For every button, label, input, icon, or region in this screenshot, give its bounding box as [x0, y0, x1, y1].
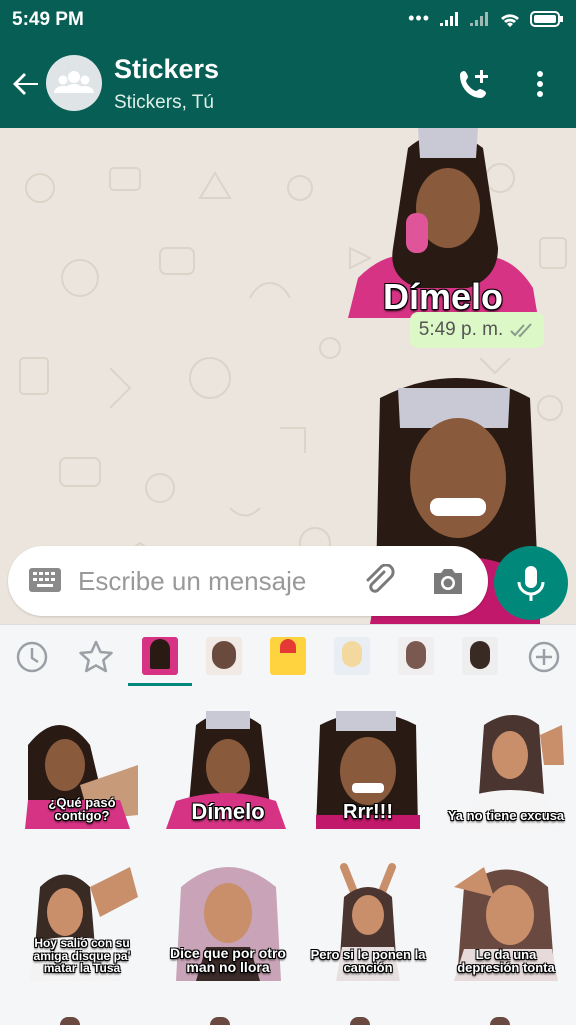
more-dots-icon: ••• [408, 8, 430, 28]
message-input[interactable]: Escribe un mensaje [78, 566, 306, 597]
keyboard-icon[interactable] [28, 567, 62, 593]
mic-button[interactable] [494, 546, 568, 620]
sticker-caption: Hoy salió con su amiga disque pa' matar … [33, 936, 131, 976]
add-call-icon[interactable] [456, 66, 492, 102]
attach-icon[interactable] [362, 564, 396, 598]
sticker-caption: ¿Qué pasó contigo? [48, 794, 116, 824]
double-check-icon [510, 323, 532, 338]
status-bar: 5:49 PM ••• [0, 0, 576, 38]
sticker-pack-3[interactable] [270, 637, 306, 675]
status-time: 5:49 PM [12, 9, 84, 30]
sticker-item[interactable]: Le da una depresión tonta [444, 857, 568, 981]
sticker-caption: Dice que por otro man no llora [170, 944, 286, 976]
signal-secondary-icon [470, 11, 488, 26]
sticker-item[interactable]: Dice que por otro man no llora [166, 857, 290, 981]
sticker-caption: Dímelo [382, 276, 504, 318]
wifi-icon [501, 13, 519, 27]
signal-icon [440, 11, 458, 26]
status-icons: ••• [408, 8, 564, 29]
sticker-pack-1[interactable] [142, 637, 178, 675]
chat-title[interactable]: Stickers [114, 54, 219, 85]
sticker-tabs [0, 625, 576, 687]
message-time: 5:49 p. m. [418, 319, 504, 340]
sticker-caption: Ya no tiene excusa [447, 808, 565, 824]
sticker-item[interactable]: ¿Qué pasó contigo? [20, 705, 144, 829]
sticker-item[interactable]: Dímelo [166, 705, 290, 829]
sticker-pack-6[interactable] [462, 637, 498, 675]
chat-header: Stickers Stickers, Tú [0, 38, 576, 128]
sticker-caption: Le da una depresión tonta [457, 946, 555, 976]
favorites-icon[interactable] [76, 637, 116, 677]
group-avatar[interactable] [46, 55, 102, 111]
message-time-bubble: 5:49 p. m. [410, 312, 544, 348]
sticker-tray: ¿Qué pasó contigo? Dímelo Rrr!!! Ya no t… [0, 624, 576, 1025]
add-icon[interactable] [524, 637, 564, 677]
sticker-row-partial [0, 1013, 576, 1025]
sticker-caption: Dímelo [191, 798, 265, 824]
sticker-item[interactable]: Hoy salió con su amiga disque pa' matar … [20, 857, 144, 981]
more-options-icon[interactable] [528, 66, 552, 102]
sticker-item[interactable]: Ya no tiene excusa [444, 705, 568, 829]
sticker-caption: Pero si le ponen la canción [310, 946, 426, 976]
group-icon [54, 71, 94, 93]
sticker-pack-5[interactable] [398, 637, 434, 675]
sticker-item[interactable]: Pero si le ponen la canción [306, 857, 430, 981]
message-composer[interactable]: Escribe un mensaje [8, 546, 488, 616]
sticker-item[interactable]: Rrr!!! [306, 705, 430, 829]
chat-subtitle[interactable]: Stickers, Tú [114, 92, 214, 114]
active-tab-indicator [128, 683, 192, 686]
sticker-pack-4[interactable] [334, 637, 370, 675]
microphone-icon [517, 566, 545, 601]
camera-icon[interactable] [430, 564, 466, 598]
back-arrow-icon[interactable] [10, 68, 42, 100]
sticker-message-dimelo[interactable]: Dímelo [348, 128, 538, 318]
battery-icon [530, 10, 563, 27]
recent-icon[interactable] [12, 637, 52, 677]
sticker-caption: Rrr!!! [343, 801, 393, 823]
sticker-pack-2[interactable] [206, 637, 242, 675]
